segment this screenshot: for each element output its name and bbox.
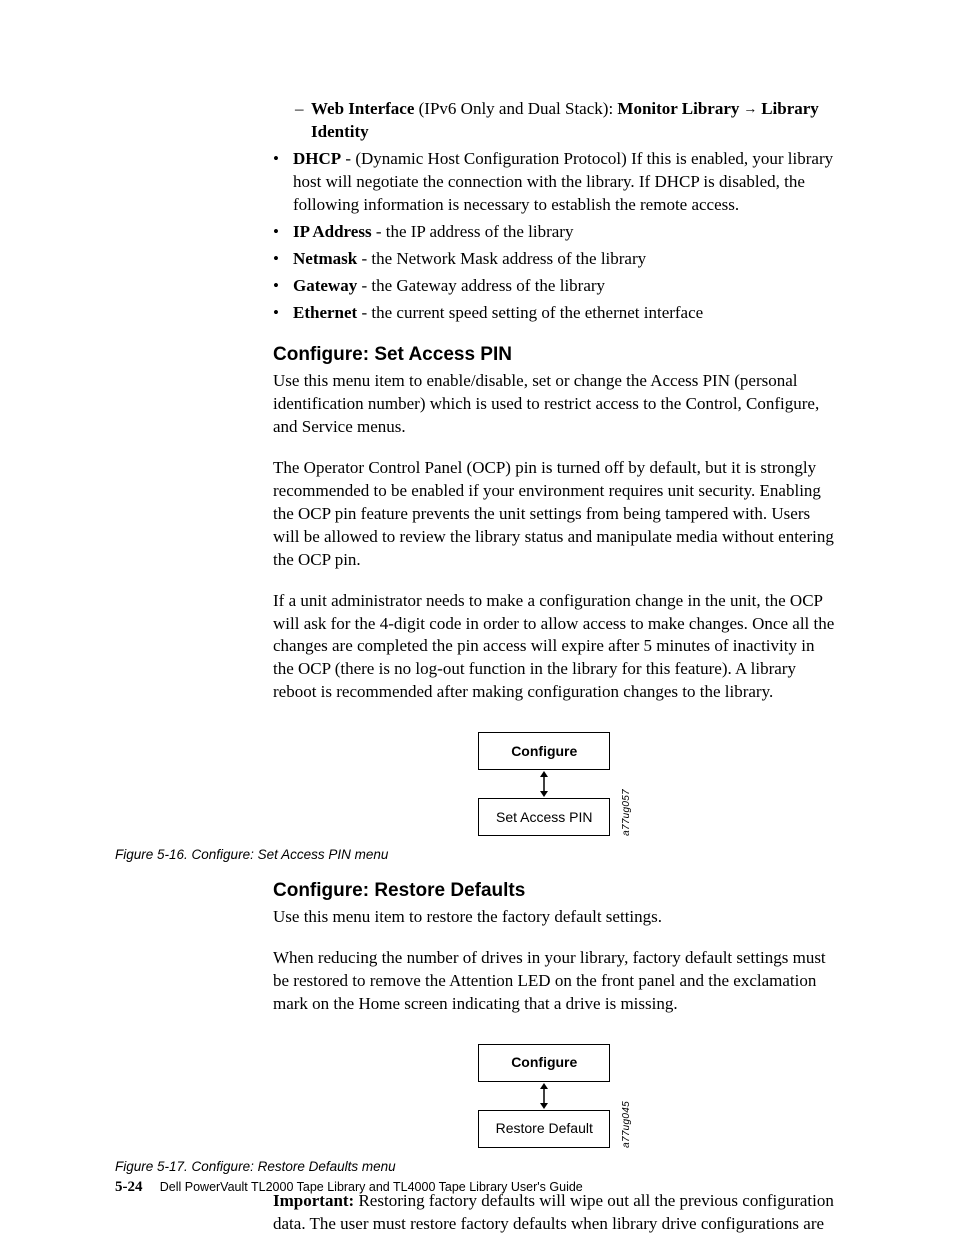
- ip-text: IP Address - the IP address of the libra…: [293, 221, 573, 244]
- figure-box-set-access-pin: Set Access PIN: [478, 798, 610, 836]
- dash-glyph: –: [295, 98, 311, 144]
- set-access-pin-p3: If a unit administrator needs to make a …: [273, 590, 839, 705]
- figure-5-16-caption: Figure 5-16. Configure: Set Access PIN m…: [115, 846, 839, 864]
- heading-restore-defaults: Configure: Restore Defaults: [273, 878, 839, 904]
- restore-defaults-p2: When reducing the number of drives in yo…: [273, 947, 839, 1016]
- figure-5-17-caption: Figure 5-17. Configure: Restore Defaults…: [115, 1158, 839, 1176]
- ethernet-text: Ethernet - the current speed setting of …: [293, 302, 703, 325]
- figure-id-label: a77ug045: [620, 1099, 634, 1148]
- netmask-text: Netmask - the Network Mask address of th…: [293, 248, 646, 271]
- list-item-netmask: • Netmask - the Network Mask address of …: [273, 248, 839, 271]
- bullet-glyph: •: [273, 275, 293, 298]
- bullet-glyph: •: [273, 148, 293, 217]
- set-access-pin-p2: The Operator Control Panel (OCP) pin is …: [273, 457, 839, 572]
- figure-5-16: Configure Set Access PIN a77ug057: [273, 732, 839, 836]
- figure-5-17: Configure Restore Default a77ug045: [273, 1044, 839, 1148]
- double-arrow-icon: [538, 770, 550, 798]
- list-item-dhcp: • DHCP - (Dynamic Host Configuration Pro…: [273, 148, 839, 217]
- heading-set-access-pin: Configure: Set Access PIN: [273, 342, 839, 368]
- list-item-web-interface: – Web Interface (IPv6 Only and Dual Stac…: [295, 98, 839, 144]
- dhcp-text: DHCP - (Dynamic Host Configuration Proto…: [293, 148, 839, 217]
- list-item-ip: • IP Address - the IP address of the lib…: [273, 221, 839, 244]
- gateway-text: Gateway - the Gateway address of the lib…: [293, 275, 605, 298]
- figure-id-label: a77ug057: [620, 787, 634, 836]
- bullet-glyph: •: [273, 248, 293, 271]
- restore-defaults-p1: Use this menu item to restore the factor…: [273, 906, 839, 929]
- footer-title: Dell PowerVault TL2000 Tape Library and …: [160, 1180, 583, 1194]
- bullet-glyph: •: [273, 221, 293, 244]
- double-arrow-icon: [538, 1082, 550, 1110]
- set-access-pin-p1: Use this menu item to enable/disable, se…: [273, 370, 839, 439]
- list-item-gateway: • Gateway - the Gateway address of the l…: [273, 275, 839, 298]
- figure-box-configure: Configure: [478, 732, 610, 770]
- page-number: 5-24: [115, 1179, 143, 1195]
- page-footer: 5-24 Dell PowerVault TL2000 Tape Library…: [115, 1177, 583, 1197]
- bullet-glyph: •: [273, 302, 293, 325]
- figure-box-configure-2: Configure: [478, 1044, 610, 1082]
- list-item-ethernet: • Ethernet - the current speed setting o…: [273, 302, 839, 325]
- web-interface-text: Web Interface (IPv6 Only and Dual Stack)…: [311, 98, 839, 144]
- figure-box-restore-default: Restore Default: [478, 1110, 610, 1148]
